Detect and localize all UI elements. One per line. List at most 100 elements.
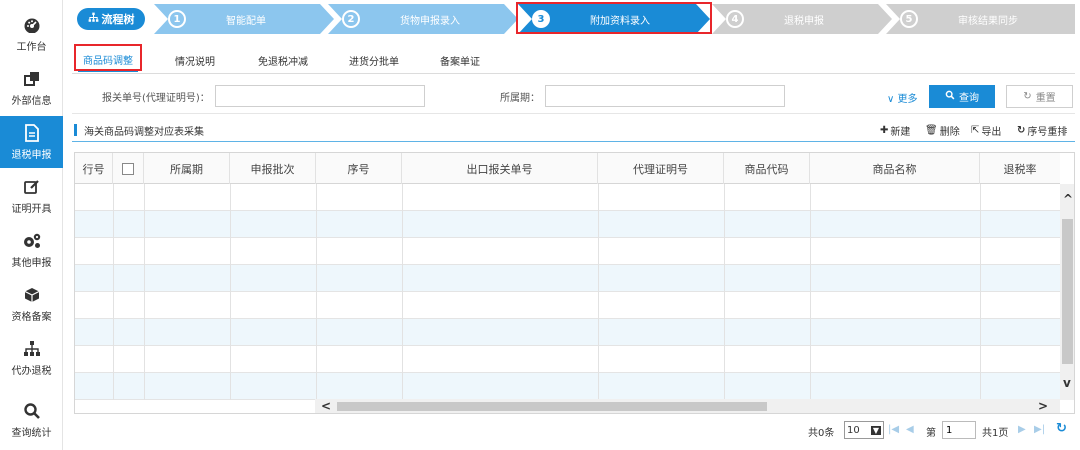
chevron-right-icon[interactable]: > [1038, 399, 1048, 413]
page-size-value: 10 [847, 424, 860, 436]
step-4[interactable]: 4 退税申报 [712, 4, 892, 34]
search-icon [21, 401, 43, 421]
sidebar: 工作台 外部信息 退税申报 证明开具 其他申报 资格备案 代办退税 查询统计 [0, 0, 63, 450]
column-divider [113, 184, 114, 400]
sidebar-item-certificate[interactable]: 证明开具 [0, 170, 63, 222]
query-button[interactable]: 查询 [929, 85, 995, 108]
column-header-customs-number: 出口报关单号 [402, 153, 598, 184]
column-divider [402, 184, 403, 400]
flow-tree-button[interactable]: 流程树 [77, 8, 145, 30]
page-size-select[interactable]: 10 ▼ [844, 421, 884, 439]
last-page-icon[interactable]: ▶| [1034, 424, 1045, 435]
column-divider [230, 184, 231, 400]
period-input[interactable] [545, 85, 785, 107]
pagination: 共0条 10 ▼ |◀ ◀ 第 共1页 ▶ ▶| ↻ [808, 419, 1075, 443]
column-header-refund-rate: 退税率 [1003, 162, 1037, 176]
horizontal-scroll-thumb[interactable] [337, 402, 767, 411]
tab-batch-purchase[interactable]: 进货分批单 [342, 48, 406, 72]
export-label: 导出 [981, 127, 1002, 138]
column-divider [980, 184, 981, 400]
column-header-select-all [113, 153, 144, 184]
table-row[interactable] [75, 211, 1060, 238]
more-toggle[interactable]: ∨ 更多 [887, 90, 918, 105]
step-2[interactable]: 2 货物申报录入 [328, 4, 518, 34]
total-pages: 共1页 [982, 428, 1009, 439]
sidebar-item-other-declaration[interactable]: 其他申报 [0, 224, 63, 276]
table-row[interactable] [75, 238, 1060, 265]
new-button[interactable]: ✚ 新建 [880, 123, 910, 138]
tab-filing-documents[interactable]: 备案单证 [432, 48, 488, 72]
next-page-icon[interactable]: ▶ [1018, 424, 1026, 435]
document-icon [21, 123, 43, 143]
section-title: 海关商品码调整对应表采集 [84, 127, 204, 138]
column-header-seq: 序号 [316, 153, 402, 184]
sidebar-item-agent-refund[interactable]: 代办退税 [0, 332, 63, 384]
tab-situation-note[interactable]: 情况说明 [168, 48, 222, 72]
vertical-scroll-thumb[interactable] [1062, 219, 1073, 364]
process-steps: 1 智能配单 2 货物申报录入 3 附加资料录入 4 退税申报 5 审核结果同步… [72, 2, 1075, 34]
period-label: 所属期： [500, 93, 540, 104]
prev-page-icon[interactable]: ◀ [906, 424, 914, 435]
step-5[interactable]: 5 审核结果同步 [886, 4, 1075, 34]
table-row[interactable] [75, 292, 1060, 319]
chevron-up-icon[interactable]: ^ [1063, 192, 1073, 206]
first-page-icon[interactable]: |◀ [888, 424, 899, 435]
step-number: 4 [726, 10, 744, 28]
edit-icon [21, 177, 43, 197]
sidebar-item-label: 其他申报 [11, 258, 52, 269]
chevron-down-icon: ▼ [870, 425, 881, 435]
flow-tree-label: 流程树 [101, 13, 135, 26]
delete-button[interactable]: 🗑 删除 [925, 123, 960, 138]
table-row[interactable] [75, 265, 1060, 292]
org-chart-icon [21, 339, 43, 359]
new-label: 新建 [890, 127, 911, 138]
sidebar-item-external-info[interactable]: 外部信息 [0, 62, 63, 114]
org-chart-icon [88, 12, 99, 26]
export-button[interactable]: ⇱ 导出 [971, 123, 1001, 138]
sidebar-item-qualification[interactable]: 资格备案 [0, 278, 63, 330]
table-row[interactable] [75, 373, 1060, 400]
horizontal-scrollbar[interactable]: < > [315, 399, 1060, 413]
chevron-left-icon[interactable]: < [321, 399, 331, 413]
column-header-agent-cert: 代理证明号 [598, 153, 724, 184]
sidebar-item-query-stats[interactable]: 查询统计 [0, 394, 63, 446]
total-count: 共0条 [808, 428, 835, 439]
current-step-highlight [516, 2, 712, 34]
sidebar-item-workbench[interactable]: 工作台 [0, 8, 63, 60]
chevron-down-icon[interactable]: v [1063, 376, 1071, 390]
table-row[interactable] [75, 184, 1060, 211]
reset-button[interactable]: ↻ 重置 [1006, 85, 1073, 108]
customs-number-label: 报关单号(代理证明号)： [102, 93, 210, 104]
sidebar-item-label: 资格备案 [11, 312, 52, 323]
active-tab-highlight [74, 44, 142, 71]
table-row[interactable] [75, 346, 1060, 373]
reset-label: 重置 [1035, 93, 1056, 104]
chevron-down-icon: ∨ [887, 94, 898, 105]
column-header-row-number: 行号 [75, 153, 113, 184]
step-1[interactable]: 1 智能配单 [154, 4, 334, 34]
vertical-scrollbar[interactable]: ^ v [1060, 184, 1074, 400]
query-label: 查询 [959, 93, 979, 104]
customs-number-input[interactable] [215, 85, 425, 107]
sidebar-item-label: 查询统计 [11, 428, 52, 439]
column-header-commodity-code: 商品代码 [724, 153, 810, 184]
sidebar-item-label: 外部信息 [11, 96, 52, 107]
column-divider [724, 184, 725, 400]
sidebar-item-tax-refund[interactable]: 退税申报 [0, 116, 63, 168]
sidebar-item-label: 代办退税 [11, 366, 52, 377]
select-all-checkbox[interactable] [122, 162, 134, 175]
table-row[interactable] [75, 319, 1060, 346]
filter-bar: 报关单号(代理证明号)： 所属期： ∨ 更多 查询 ↻ 重置 [72, 80, 1075, 114]
dashboard-icon [21, 15, 43, 35]
tab-exemption-offset[interactable]: 免退税冲减 [250, 48, 316, 72]
page-number-input[interactable] [942, 421, 976, 439]
column-divider [316, 184, 317, 400]
sidebar-item-label: 退税申报 [11, 150, 52, 161]
box-icon [21, 285, 43, 305]
column-divider [810, 184, 811, 400]
reorder-button[interactable]: ↻ 序号重排 [1017, 123, 1067, 138]
step-label: 审核结果同步 [958, 15, 1018, 27]
refresh-icon[interactable]: ↻ [1056, 421, 1067, 436]
trash-icon: 🗑 [925, 125, 938, 136]
section-header: 海关商品码调整对应表采集 ✚ 新建 🗑 删除 ⇱ 导出 ↻ 序号重排 [72, 118, 1075, 142]
